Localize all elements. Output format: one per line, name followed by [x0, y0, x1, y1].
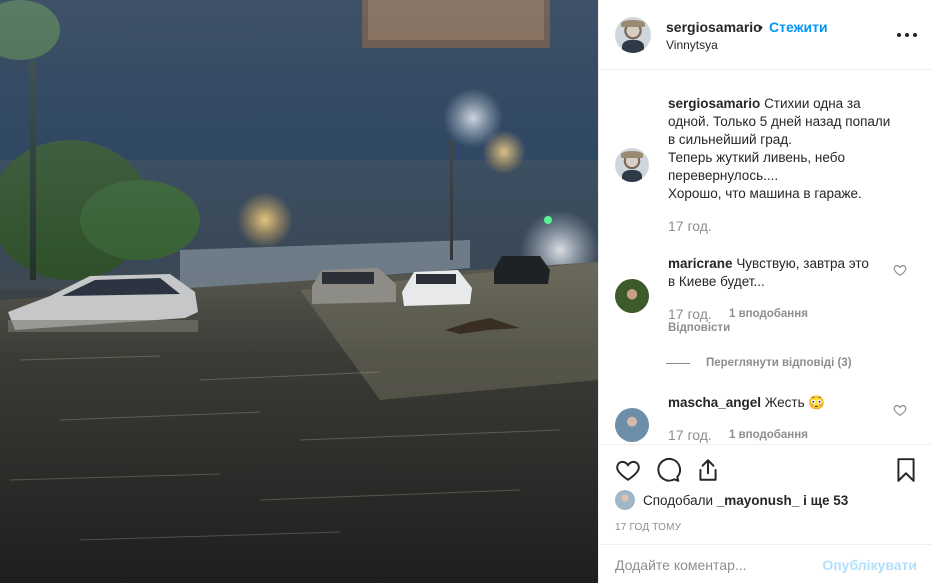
post-username[interactable]: sergiosamario	[666, 19, 762, 35]
bookmark-icon[interactable]	[893, 457, 919, 483]
comments-list[interactable]: sergiosamario Стихии одна за одной. Толь…	[599, 71, 932, 443]
comment-like-heart-icon[interactable]	[893, 263, 907, 277]
car-far	[494, 256, 550, 284]
comment-time[interactable]: 17 год.	[668, 427, 712, 443]
caption-time[interactable]: 17 год.	[668, 218, 712, 234]
comment-input[interactable]	[615, 555, 815, 575]
comment-icon[interactable]	[655, 457, 681, 483]
comment-text: mascha_angel Жесть 😳	[668, 394, 918, 412]
post-photo[interactable]	[0, 0, 598, 583]
comment-username[interactable]: maricrane	[668, 256, 733, 271]
view-replies-label: Переглянути відповіді (3)	[706, 357, 852, 369]
caption-username[interactable]: sergiosamario	[668, 96, 760, 111]
caption-line: Теперь жуткий ливень, небо	[668, 150, 845, 165]
caption-line: перевернулось....	[668, 168, 779, 183]
divider	[666, 362, 690, 364]
caption-line: в сильнейший град.	[668, 132, 792, 147]
comment-line: Жесть	[764, 395, 805, 410]
flooded-street-image	[0, 0, 598, 583]
liker-username[interactable]: _mayonush_	[717, 493, 800, 508]
caption-line: одной. Только 5 дней назад попали	[668, 114, 891, 129]
heart-icon[interactable]	[615, 457, 641, 483]
post-timestamp[interactable]: 17 год тому	[615, 522, 681, 533]
comment-line: в Киеве будет...	[668, 274, 765, 289]
caption-line: Стихии одна за	[764, 96, 861, 111]
avatar[interactable]	[615, 17, 651, 53]
liked-by-line: Сподобали _mayonush_ і ще 53	[615, 490, 848, 510]
comment-avatar[interactable]	[615, 279, 649, 313]
emoji-icon: 😳	[808, 395, 826, 410]
post-location[interactable]: Vinnytsya	[666, 38, 718, 52]
comment-like-heart-icon[interactable]	[893, 403, 907, 417]
comment-text: maricrane Чувствую, завтра это в Киеве б…	[668, 255, 918, 291]
comment-likes[interactable]: 1 вподобання	[729, 429, 808, 441]
car-right	[402, 270, 472, 306]
post-header: sergiosamario • Стежити Vinnytsya	[599, 0, 932, 70]
caption-avatar[interactable]	[615, 148, 649, 182]
view-replies-button[interactable]: Переглянути відповіді (3)	[666, 357, 852, 369]
share-icon[interactable]	[695, 457, 721, 483]
separator-dot: •	[758, 19, 763, 35]
caption-text: sergiosamario Стихии одна за одной. Толь…	[668, 95, 918, 203]
caption-line: Хорошо, что машина в гараже.	[668, 186, 862, 201]
car-middle	[312, 268, 396, 304]
comment-time[interactable]: 17 год.	[668, 306, 712, 322]
comment-line: Чувствую, завтра это	[736, 256, 869, 271]
liker-avatar[interactable]	[615, 490, 635, 510]
add-comment-bar: Опублікувати	[599, 544, 932, 583]
comment-avatar[interactable]	[615, 408, 649, 442]
reply-button[interactable]: Відповісти	[668, 322, 730, 334]
comment-likes[interactable]: 1 вподобання	[729, 308, 808, 320]
post-comment-button[interactable]: Опублікувати	[822, 557, 917, 573]
follow-button[interactable]: Стежити	[769, 19, 828, 35]
likes-count[interactable]: і ще 53	[803, 493, 848, 508]
comment-username[interactable]: mascha_angel	[668, 395, 761, 410]
more-options-icon[interactable]	[897, 25, 917, 45]
post-side-panel: sergiosamario • Стежити Vinnytsya sergio…	[598, 0, 932, 583]
action-bar: Сподобали _mayonush_ і ще 53 17 год тому	[599, 444, 932, 544]
likes-prefix: Сподобали	[643, 492, 714, 508]
